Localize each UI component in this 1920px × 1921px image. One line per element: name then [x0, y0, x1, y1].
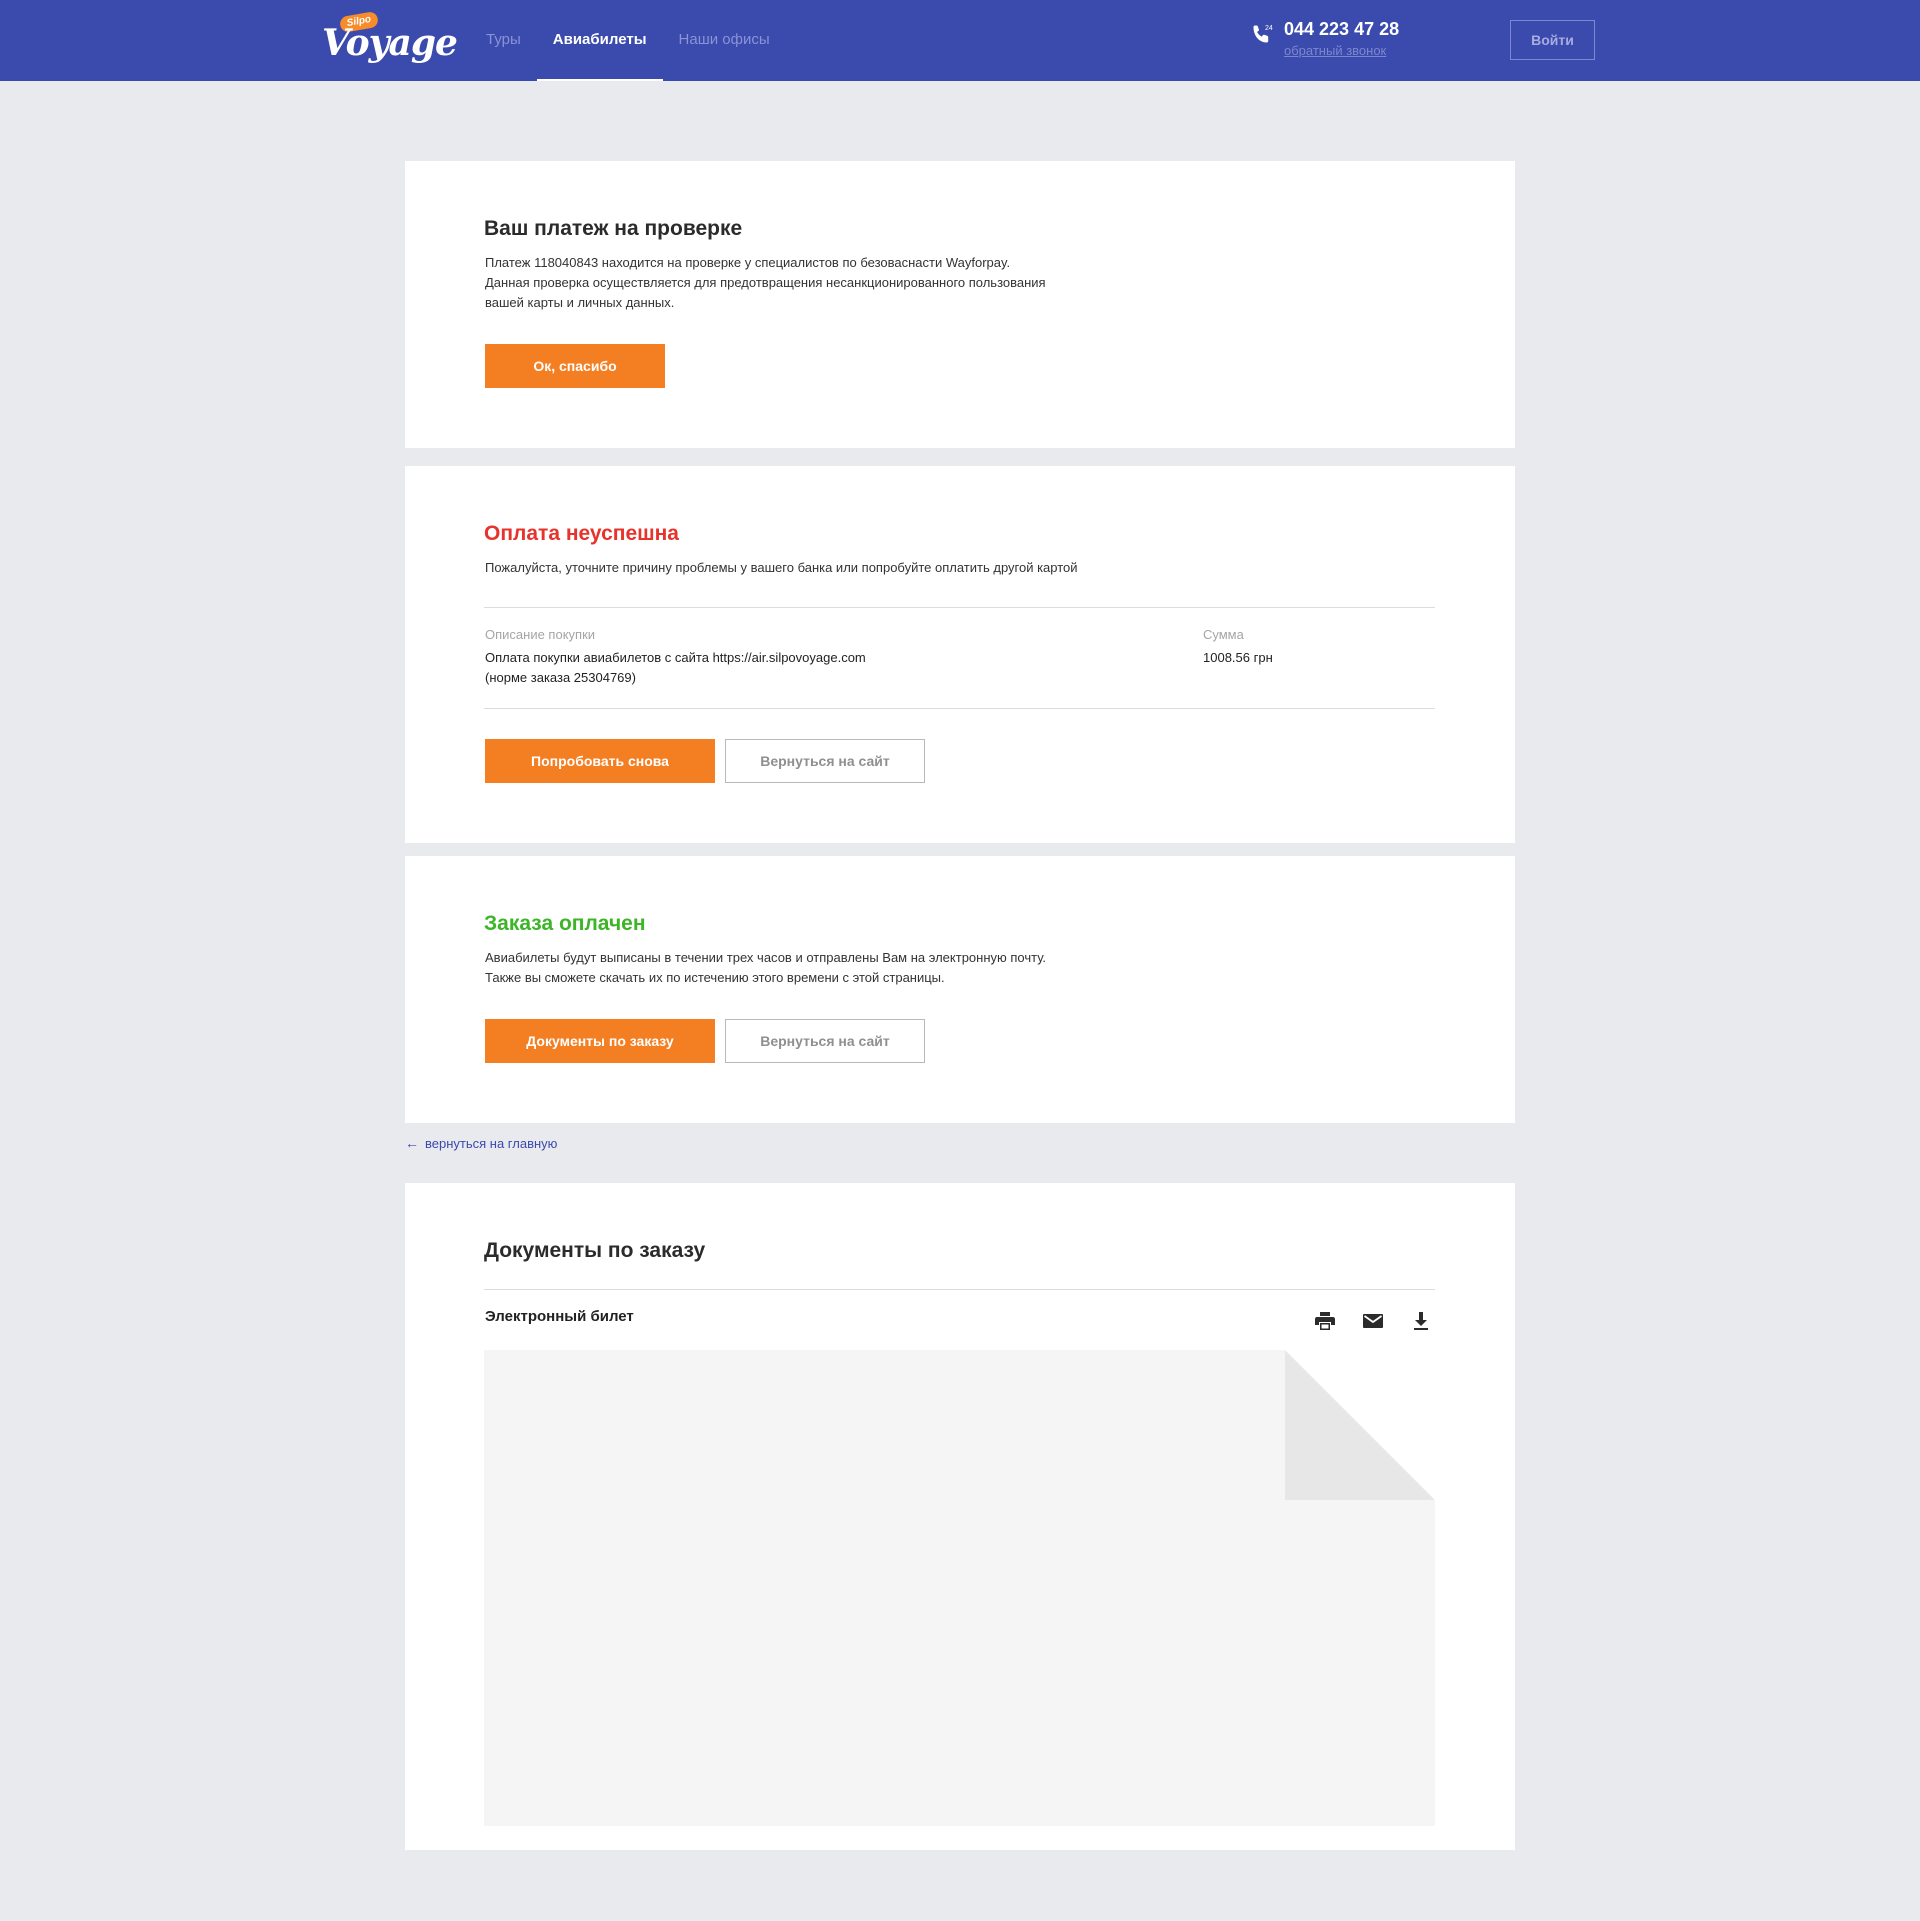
failed-title: Оплата неуспешна: [484, 522, 679, 545]
callback-link[interactable]: обратный звонок: [1284, 43, 1386, 58]
nav-item-offices[interactable]: Наши офисы: [663, 0, 786, 81]
divider: [484, 1289, 1435, 1290]
header: Silpo Voyage Туры Авиабилеты Наши офисы …: [0, 0, 1920, 81]
mail-icon[interactable]: [1361, 1309, 1385, 1333]
main-nav: Туры Авиабилеты Наши офисы: [470, 0, 786, 81]
paid-text-line: Авиабилеты будут выписаны в течении трех…: [485, 950, 1047, 965]
back-to-site-button[interactable]: Вернуться на сайт: [725, 1019, 925, 1063]
svg-text:24: 24: [1265, 25, 1273, 32]
purchase-description-line: Оплата покупки авиабилетов с сайта https…: [485, 650, 866, 665]
review-text-line: Платеж 118040843 находится на проверке у…: [485, 255, 1011, 270]
paid-title: Заказа оплачен: [484, 912, 646, 935]
divider: [484, 708, 1435, 709]
documents-title: Документы по заказу: [484, 1239, 706, 1262]
logo-text: Voyage: [322, 22, 458, 64]
arrow-left-icon: ←: [405, 1135, 419, 1151]
nav-item-tours[interactable]: Туры: [470, 0, 537, 81]
phone-number[interactable]: 044 223 47 28: [1284, 19, 1399, 40]
payment-failed-card: Оплата неуспешна Пожалуйста, уточните пр…: [405, 466, 1515, 843]
review-text: Платеж 118040843 находится на проверке у…: [485, 253, 1046, 313]
payment-review-card: Ваш платеж на проверке Платеж 118040843 …: [405, 161, 1515, 448]
page-fold-corner: [1285, 1350, 1435, 1500]
paid-text: Авиабилеты будут выписаны в течении трех…: [485, 948, 1046, 988]
retry-button[interactable]: Попробовать снова: [485, 739, 715, 783]
divider: [484, 607, 1435, 608]
sum-value: 1008.56 грн: [1203, 650, 1273, 665]
order-documents-card: Документы по заказу Электронный билет: [405, 1183, 1515, 1850]
print-icon[interactable]: [1313, 1309, 1337, 1333]
sum-label: Сумма: [1203, 627, 1244, 642]
order-documents-button[interactable]: Документы по заказу: [485, 1019, 715, 1063]
review-text-line: Данная проверка осуществляется для предо…: [485, 275, 1046, 290]
e-ticket-preview: [484, 1350, 1435, 1826]
order-paid-card: Заказа оплачен Авиабилеты будут выписаны…: [405, 856, 1515, 1123]
download-icon[interactable]: [1409, 1309, 1433, 1333]
review-text-line: вашей карты и личных данных.: [485, 295, 675, 310]
purchase-description: Оплата покупки авиабилетов с сайта https…: [485, 648, 866, 688]
nav-item-flights[interactable]: Авиабилеты: [536, 0, 663, 81]
back-to-home-link[interactable]: ← вернуться на главную: [405, 1135, 557, 1151]
purchase-description-label: Описание покупки: [485, 627, 596, 642]
back-to-home-label: вернуться на главную: [425, 1135, 558, 1151]
paid-text-line: Также вы сможете скачать их по истечению…: [485, 970, 945, 985]
purchase-description-line: (норме заказа 25304769): [485, 670, 636, 685]
e-ticket-label: Электронный билет: [485, 1308, 634, 1325]
logo[interactable]: Silpo Voyage: [322, 10, 458, 70]
login-button[interactable]: Войти: [1510, 20, 1595, 60]
review-title: Ваш платеж на проверке: [484, 217, 743, 240]
back-to-site-button[interactable]: Вернуться на сайт: [725, 739, 925, 783]
failed-text: Пожалуйста, уточните причину проблемы у …: [485, 560, 1078, 575]
ok-thanks-button[interactable]: Ок, спасибо: [485, 344, 665, 388]
phone-24-icon: 24: [1253, 25, 1273, 43]
